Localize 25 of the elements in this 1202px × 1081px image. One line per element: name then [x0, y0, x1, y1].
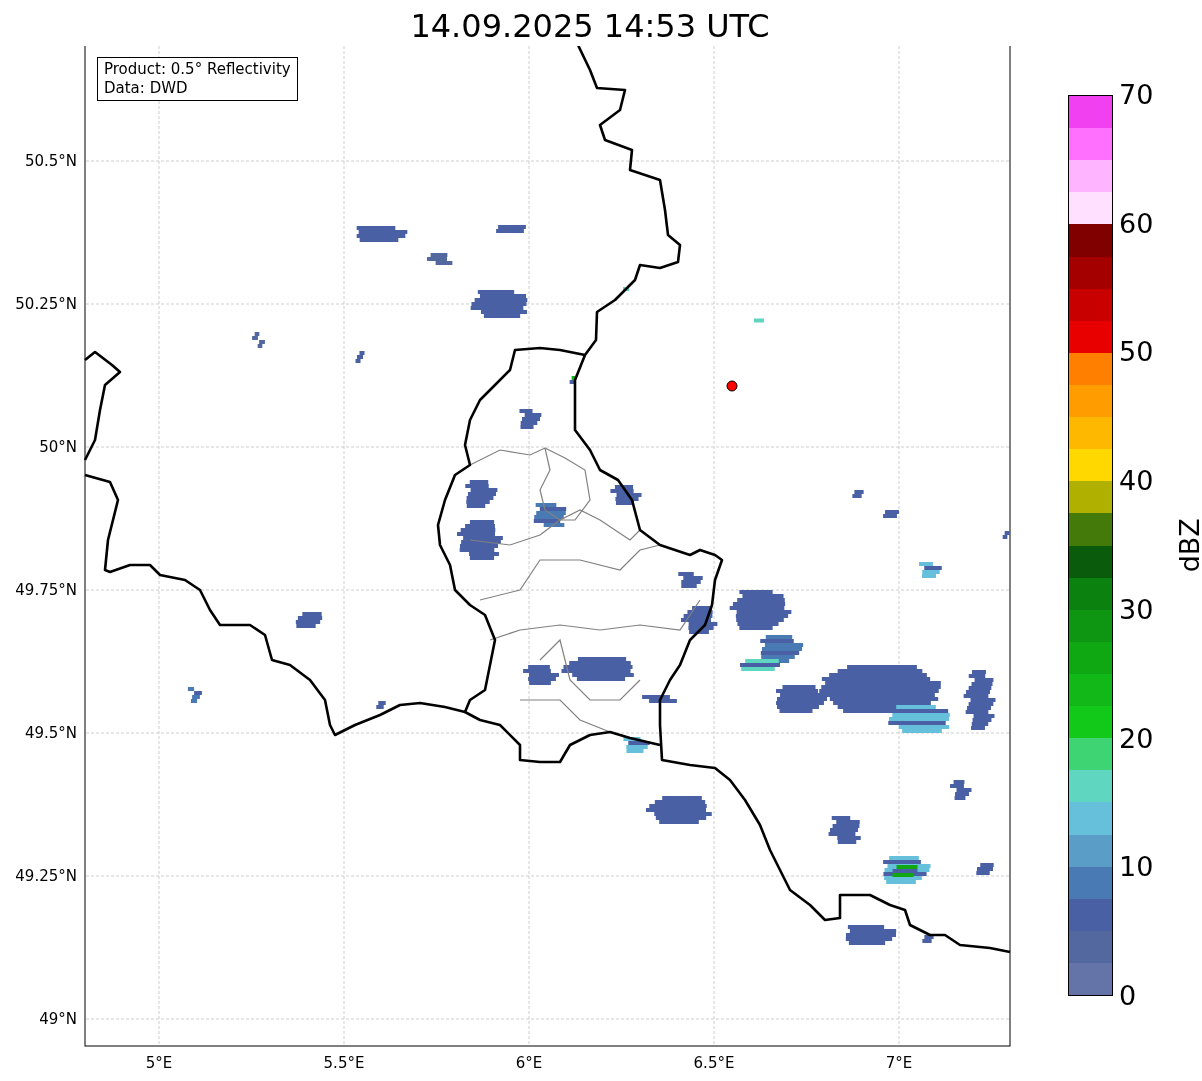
- longitude-label: 6.5°E: [693, 1054, 735, 1072]
- latitude-label: 50°N: [39, 438, 77, 456]
- longitude-label: 7°E: [885, 1054, 913, 1072]
- colorbar-tick-label: 20: [1119, 722, 1154, 755]
- colorbar-tick-label: 70: [1119, 79, 1154, 111]
- latitude-label: 50.5°N: [24, 152, 77, 170]
- legend-text: Data: DWD: [104, 79, 189, 98]
- latitude-label: 49.75°N: [15, 581, 77, 599]
- colorbar-tick-label: 10: [1119, 851, 1154, 884]
- chart-title: 14.09.2025 14:53 UTC: [410, 6, 770, 46]
- longitude-label: 5.5°E: [323, 1054, 365, 1072]
- longitude-label: 6°E: [515, 1054, 543, 1072]
- colorbar-tick-label: 40: [1119, 465, 1154, 498]
- colorbar-axis-label: dBZ: [1172, 518, 1202, 573]
- colorbar-tick-label: 0: [1119, 980, 1137, 1012]
- radar-site-marker: [726, 380, 738, 392]
- latitude-label: 50.25°N: [15, 295, 77, 313]
- longitude-label: 5°E: [145, 1054, 173, 1072]
- latitude-label: 49.5°N: [24, 724, 77, 742]
- legend-text: Product: 0.5° Reflectivity: [104, 60, 291, 79]
- latitude-label: 49.25°N: [15, 867, 77, 885]
- colorbar-tick-label: 50: [1119, 336, 1154, 369]
- colorbar-tick-label: 30: [1119, 593, 1154, 626]
- latitude-label: 49°N: [39, 1010, 77, 1028]
- colorbar-tick-label: 60: [1119, 207, 1154, 240]
